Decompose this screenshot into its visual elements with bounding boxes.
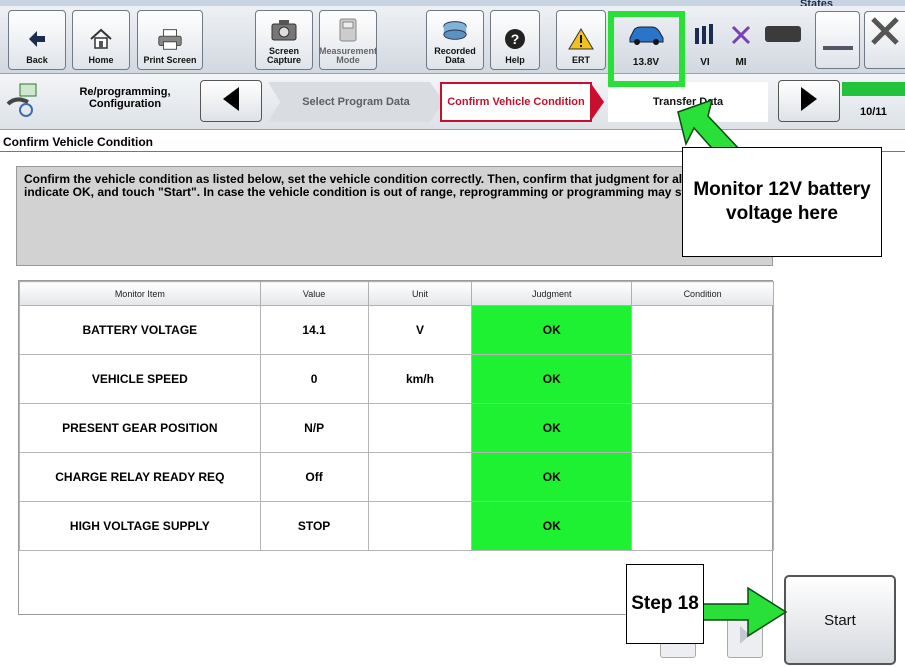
monitor-voltage-callout: Monitor 12V battery voltage here: [682, 147, 882, 257]
step-number-label: Step 18: [626, 564, 704, 644]
annotation-arrows: [677, 98, 788, 638]
step-arrow: [702, 586, 788, 638]
